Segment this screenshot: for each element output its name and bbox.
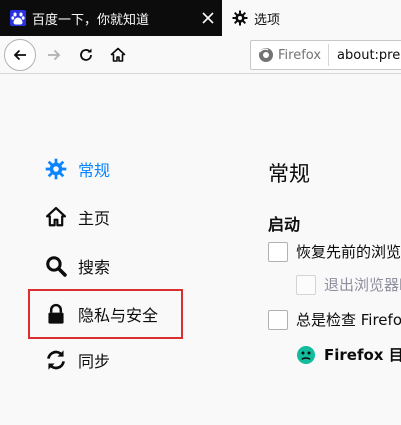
home-icon: [110, 47, 126, 62]
forward-arrow-icon: [48, 49, 61, 61]
preferences-sidebar: 常规 主页 搜索 隐私与安全 同步: [0, 74, 230, 425]
checkbox-label: 总是检查 Firefox: [296, 311, 401, 329]
sync-icon: [44, 348, 68, 372]
search-icon: [44, 254, 68, 278]
sidebar-item-label: 主页: [78, 209, 111, 228]
tab-strip: 百度一下，你就知道 选项: [0, 0, 401, 36]
sidebar-item-label: 常规: [78, 161, 111, 180]
highlight-box: [28, 289, 183, 339]
checkbox-label: 恢复先前的浏览: [296, 243, 401, 261]
warn-on-quit-checkbox: [296, 274, 316, 295]
preferences-main-pane: 常规 启动 恢复先前的浏览 退出浏览器时 总是检查 Firefox Firefo…: [268, 74, 401, 425]
checkbox-label: 退出浏览器时: [324, 276, 401, 294]
close-icon[interactable]: [200, 10, 216, 26]
sidebar-item-label: 同步: [78, 352, 111, 371]
back-button[interactable]: [4, 39, 36, 71]
home-icon: [44, 205, 68, 229]
restore-session-row[interactable]: 恢复先前的浏览: [268, 241, 401, 262]
startup-heading: 启动: [268, 215, 301, 234]
sidebar-item-general[interactable]: 常规: [44, 154, 110, 184]
status-label: Firefox 目前: [324, 346, 401, 364]
reload-icon: [80, 48, 92, 61]
tab-title: 百度一下，你就知道: [32, 12, 150, 28]
reload-button[interactable]: [70, 39, 102, 71]
home-button[interactable]: [102, 39, 134, 71]
tab-baidu[interactable]: 百度一下，你就知道: [0, 0, 222, 36]
page-title: 常规: [268, 162, 310, 186]
sidebar-item-label: 搜索: [78, 258, 111, 277]
sidebar-item-sync[interactable]: 同步: [44, 345, 110, 375]
url-text[interactable]: about:pre: [337, 48, 400, 63]
nav-toolbar: Firefox about:pre: [0, 36, 401, 74]
forward-button[interactable]: [38, 39, 70, 71]
firefox-logo-icon: [259, 48, 273, 62]
tab-options[interactable]: 选项: [222, 0, 401, 36]
sad-face-icon: [297, 345, 315, 364]
gear-icon: [232, 10, 248, 26]
url-bar[interactable]: Firefox about:pre: [250, 40, 401, 70]
default-browser-check-row[interactable]: 总是检查 Firefox: [268, 309, 401, 330]
warn-on-quit-row: 退出浏览器时: [296, 274, 401, 295]
default-browser-checkbox[interactable]: [268, 309, 288, 330]
sidebar-item-home[interactable]: 主页: [44, 202, 110, 232]
sidebar-item-search[interactable]: 搜索: [44, 251, 110, 281]
back-arrow-icon: [13, 49, 26, 61]
url-brand-label: Firefox: [278, 47, 322, 63]
baidu-paw-icon: [10, 10, 26, 26]
restore-session-checkbox[interactable]: [268, 241, 288, 262]
tab-title: 选项: [254, 12, 281, 28]
default-browser-status: Firefox 目前: [296, 344, 401, 365]
identity-box[interactable]: Firefox: [251, 44, 330, 66]
gear-icon: [44, 157, 68, 181]
